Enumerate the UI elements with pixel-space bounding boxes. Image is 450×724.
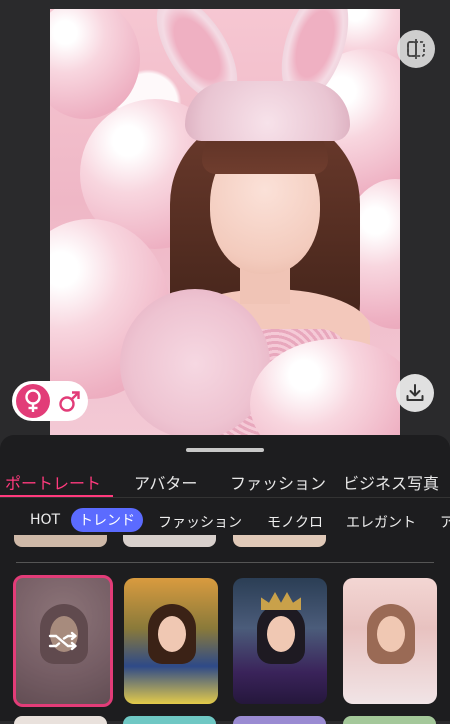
template-thumbnail-queen[interactable] [233,578,327,704]
subtab-more[interactable]: ア [440,512,450,532]
male-icon [59,391,80,412]
gender-toggle [12,381,88,421]
thumb-crown [261,592,301,610]
preview-image [50,9,400,435]
sheet-drag-handle[interactable] [186,448,264,452]
template-thumbnail-peek[interactable] [123,716,216,724]
download-button[interactable] [396,374,434,412]
shuffle-button[interactable] [44,626,82,656]
template-thumbnail-peek[interactable] [233,716,326,724]
gender-male-button[interactable] [56,386,84,416]
template-thumbnail-peek[interactable] [14,716,107,724]
shuffle-icon [48,631,77,651]
category-tabs: ポートレート アバター ファッション ビジネス写真 [0,465,450,497]
tab-fashion[interactable]: ファッション [230,470,326,494]
template-thumbnail-peek[interactable] [123,535,216,547]
thumb-face [377,616,405,652]
style-sheet: ポートレート アバター ファッション ビジネス写真 HOT トレンド ファッショ… [0,435,450,724]
tab-business-photo[interactable]: ビジネス写真 [343,470,439,494]
subcategory-tabs: HOT トレンド ファッション モノクロ エレガント ア [0,508,450,534]
template-thumbnail-peek[interactable] [14,535,107,547]
tab-avatar[interactable]: アバター [134,470,197,494]
thumb-face [267,616,295,652]
female-icon [25,389,41,412]
thumb-face [158,616,186,652]
tab-portrait[interactable]: ポートレート [5,470,101,494]
template-thumbnail-bunny[interactable] [13,575,113,707]
bunny-headband [185,81,350,141]
subtab-fashion[interactable]: ファッション [158,512,242,532]
template-thumbnail-peek[interactable] [233,535,326,547]
fur-stole [120,289,270,435]
template-thumbnail-peek[interactable] [343,716,436,724]
template-thumbnail-angel[interactable] [343,578,437,704]
subtab-elegant[interactable]: エレガント [346,512,416,532]
template-thumbnail-princess[interactable] [124,578,218,704]
grid-divider [16,562,434,563]
balloon [50,9,140,119]
subtab-trend[interactable]: トレンド [71,508,143,532]
subtab-monochrome[interactable]: モノクロ [267,512,323,532]
tab-divider [0,497,450,498]
gender-female-button[interactable] [16,384,50,418]
compare-button[interactable] [397,30,435,68]
compare-split-icon [407,39,425,59]
subtab-hot[interactable]: HOT [30,512,60,528]
download-icon [406,384,424,401]
